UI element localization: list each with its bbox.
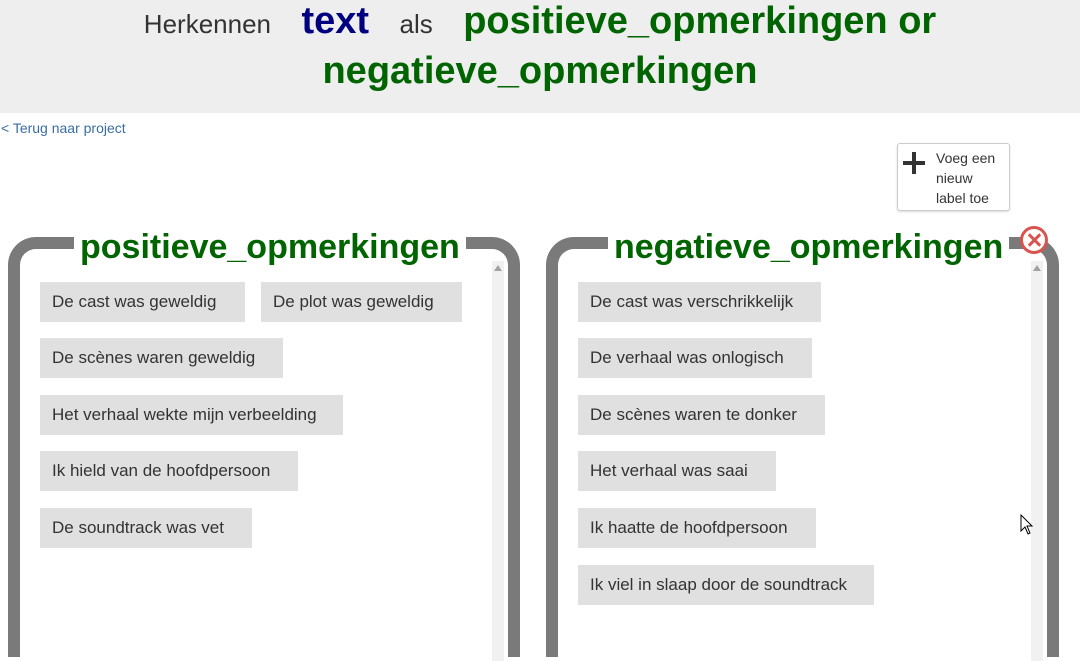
add-label-button-text: Voeg een nieuw label toe bbox=[936, 150, 996, 206]
add-label-button[interactable]: Voeg een nieuw label toe bbox=[897, 143, 1010, 211]
title-herkennen: Herkennen bbox=[143, 9, 271, 39]
training-example-chip[interactable]: Ik viel in slaap door de soundtrack bbox=[578, 565, 874, 605]
bucket-title: negatieve_opmerkingen bbox=[608, 225, 1010, 269]
training-example-chip[interactable]: De scènes waren te donker bbox=[578, 395, 825, 435]
scroll-up-arrow-icon[interactable] bbox=[494, 265, 502, 271]
bucket-scrollbar[interactable] bbox=[1031, 261, 1043, 661]
training-example-chip[interactable]: De soundtrack was vet bbox=[40, 508, 252, 548]
training-example-chip[interactable]: De verhaal was onlogisch bbox=[578, 338, 812, 378]
training-example-chip[interactable]: De scènes waren geweldig bbox=[40, 338, 283, 378]
training-example-chip[interactable]: De plot was geweldig bbox=[261, 282, 462, 322]
plus-icon bbox=[903, 152, 925, 174]
scroll-up-arrow-icon[interactable] bbox=[1033, 265, 1041, 271]
training-example-chip[interactable]: De cast was geweldig bbox=[40, 282, 245, 322]
training-example-chip[interactable]: Het verhaal was saai bbox=[578, 451, 776, 491]
title-labels-line-2: negatieve_opmerkingen bbox=[322, 50, 758, 92]
title-labels-line-1: positieve_opmerkingen or bbox=[463, 0, 937, 42]
training-example-chip[interactable]: Het verhaal wekte mijn verbeelding bbox=[40, 395, 343, 435]
delete-label-icon[interactable] bbox=[1020, 226, 1048, 254]
training-example-chip[interactable]: Ik hield van de hoofdpersoon bbox=[40, 451, 298, 491]
title-text-word: text bbox=[301, 0, 370, 42]
page-header: Herkennen text als positieve_opmerkingen… bbox=[0, 0, 1080, 113]
title-als: als bbox=[399, 9, 433, 39]
title-line-1: Herkennen text als positieve_opmerkingen… bbox=[0, 0, 1080, 48]
back-to-project-link[interactable]: < Terug naar project bbox=[1, 120, 126, 136]
mouse-pointer-icon bbox=[1020, 514, 1034, 535]
training-example-chip[interactable]: Ik haatte de hoofdpersoon bbox=[578, 508, 816, 548]
bucket-scrollbar[interactable] bbox=[492, 261, 504, 661]
bucket-title: positieve_opmerkingen bbox=[74, 225, 466, 269]
training-example-chip[interactable]: De cast was verschrikkelijk bbox=[578, 282, 821, 322]
